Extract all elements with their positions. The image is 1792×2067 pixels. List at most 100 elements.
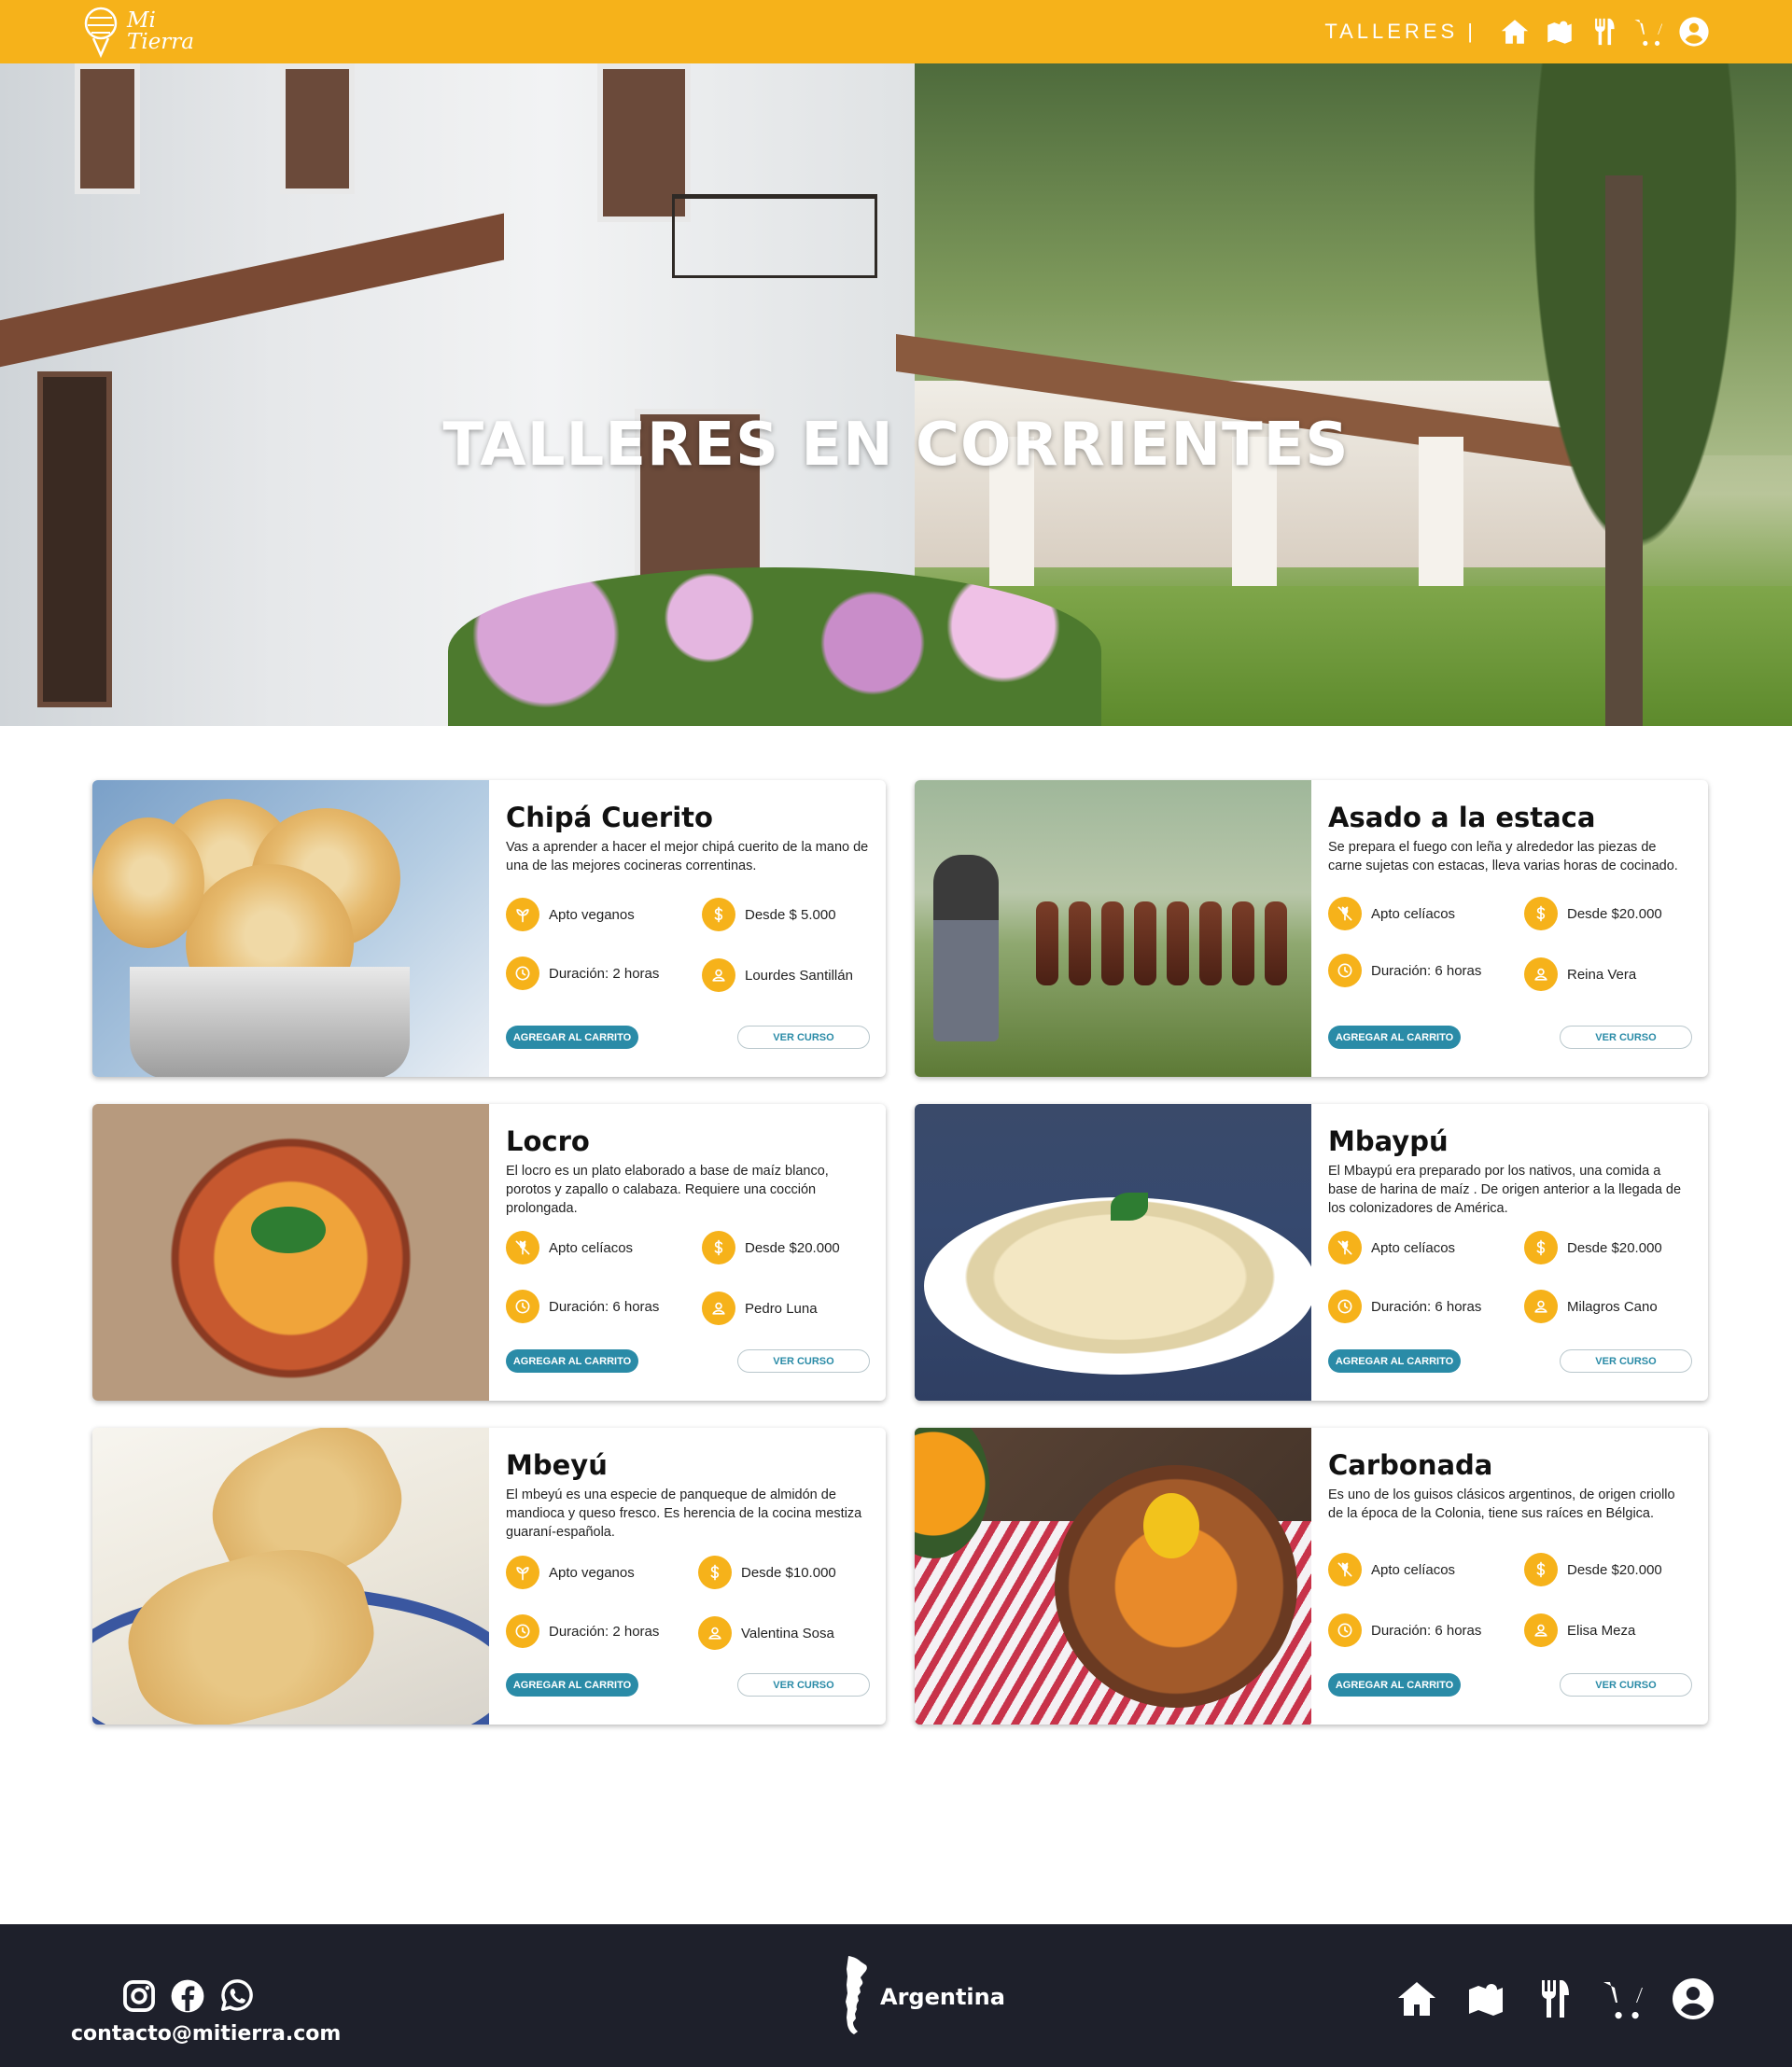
course-price: Desde $20.000 (1524, 1231, 1662, 1264)
page-title: TALLERES EN CORRIENTES (442, 411, 1350, 480)
leaf-icon (506, 1556, 539, 1589)
home-icon[interactable] (1499, 16, 1531, 48)
utensils-icon[interactable] (1533, 1976, 1577, 2021)
dollar-icon (702, 1231, 735, 1264)
course-price: Desde $20.000 (1524, 897, 1662, 930)
view-course-button[interactable]: VER CURSO (737, 1026, 870, 1049)
brand-logo[interactable]: Mi Tierra (80, 5, 194, 59)
view-course-button[interactable]: VER CURSO (737, 1349, 870, 1373)
course-duration: Duración: 2 horas (506, 1614, 659, 1648)
logo-icon (84, 7, 118, 59)
whatsapp-icon[interactable] (218, 1978, 254, 2014)
country-label: Argentina (880, 1984, 1005, 2010)
user-icon[interactable] (1671, 1976, 1715, 2021)
nav-link-talleres[interactable]: TALLERES | (1324, 20, 1477, 44)
course-title: Locro (506, 1125, 590, 1157)
add-to-cart-button[interactable]: AGREGAR AL CARRITO (1328, 1349, 1461, 1373)
course-card: Locro El locro es un plato elaborado a b… (92, 1104, 886, 1401)
course-duration: Duración: 6 horas (1328, 1613, 1481, 1647)
course-duration: Duración: 6 horas (1328, 954, 1481, 987)
person-icon (702, 1292, 735, 1325)
course-price: Desde $ 5.000 (702, 898, 836, 931)
person-icon (698, 1616, 732, 1650)
course-image (915, 1104, 1311, 1401)
dollar-icon (702, 898, 735, 931)
course-card: Carbonada Es uno de los guisos clásicos … (915, 1428, 1708, 1725)
add-to-cart-button[interactable]: AGREGAR AL CARRITO (506, 1026, 638, 1049)
course-card: Asado a la estaca Se prepara el fuego co… (915, 780, 1708, 1077)
logo-text-line2: Tierra (127, 30, 195, 54)
home-icon[interactable] (1394, 1976, 1439, 2021)
course-duration: Duración: 6 horas (1328, 1290, 1481, 1323)
cart-icon[interactable] (1602, 1976, 1646, 2021)
add-to-cart-button[interactable]: AGREGAR AL CARRITO (506, 1673, 638, 1697)
course-price: Desde $20.000 (1524, 1553, 1662, 1586)
argentina-badge: Argentina (835, 1954, 1005, 2040)
course-description: El Mbaypú era preparado por los nativos,… (1328, 1164, 1682, 1216)
dollar-icon (698, 1556, 732, 1589)
person-icon (1524, 1613, 1558, 1647)
leaf-icon (506, 898, 539, 931)
argentina-map-icon (846, 1956, 867, 2034)
course-teacher: Elisa Meza (1524, 1613, 1635, 1647)
clock-icon (1328, 1290, 1362, 1323)
course-card: Mbeyú El mbeyú es una especie de panqueq… (92, 1428, 886, 1725)
course-duration: Duración: 6 horas (506, 1290, 659, 1323)
view-course-button[interactable]: VER CURSO (1560, 1026, 1692, 1049)
view-course-button[interactable]: VER CURSO (1560, 1673, 1692, 1697)
no-gluten-icon (506, 1231, 539, 1264)
course-description: Es uno de los guisos clásicos argentinos… (1328, 1487, 1675, 1521)
clock-icon (506, 1614, 539, 1648)
hero-flowers (448, 567, 1101, 726)
course-image (915, 1428, 1311, 1725)
view-course-button[interactable]: VER CURSO (1560, 1349, 1692, 1373)
course-title: Mbeyú (506, 1449, 608, 1481)
course-card: Chipá Cuerito Vas a aprender a hacer el … (92, 780, 886, 1077)
dollar-icon (1524, 897, 1558, 930)
dollar-icon (1524, 1553, 1558, 1586)
nav-menu: TALLERES | (1324, 16, 1710, 48)
user-icon[interactable] (1678, 16, 1710, 48)
course-image (92, 1428, 489, 1725)
map-icon[interactable] (1463, 1976, 1508, 2021)
course-diet: Apto celíacos (506, 1231, 633, 1264)
course-image (915, 780, 1311, 1077)
course-description: Se prepara el fuego con leña y alrededor… (1328, 840, 1678, 873)
course-diet: Apto celíacos (1328, 897, 1455, 930)
course-duration: Duración: 2 horas (506, 957, 659, 990)
map-icon[interactable] (1544, 16, 1575, 48)
course-diet: Apto veganos (506, 1556, 635, 1589)
contact-email[interactable]: contacto@mitierra.com (71, 2022, 341, 2046)
facebook-icon[interactable] (170, 1978, 205, 2014)
person-icon (1524, 1290, 1558, 1323)
course-price: Desde $10.000 (698, 1556, 836, 1589)
course-diet: Apto veganos (506, 898, 635, 931)
course-image (92, 780, 489, 1077)
no-gluten-icon (1328, 1231, 1362, 1264)
view-course-button[interactable]: VER CURSO (737, 1673, 870, 1697)
course-description: Vas a aprender a hacer el mejor chipá cu… (506, 840, 869, 873)
instagram-icon[interactable] (121, 1978, 157, 2014)
course-teacher: Milagros Cano (1524, 1290, 1658, 1323)
cart-icon[interactable] (1633, 16, 1665, 48)
dollar-icon (1524, 1231, 1558, 1264)
course-teacher: Pedro Luna (702, 1292, 818, 1325)
course-price: Desde $20.000 (702, 1231, 840, 1264)
add-to-cart-button[interactable]: AGREGAR AL CARRITO (1328, 1673, 1461, 1697)
logo-text-line1: Mi (127, 8, 156, 33)
course-card: Mbaypú El Mbaypú era preparado por los n… (915, 1104, 1708, 1401)
person-icon (1524, 957, 1558, 991)
add-to-cart-button[interactable]: AGREGAR AL CARRITO (1328, 1026, 1461, 1049)
course-diet: Apto celíacos (1328, 1231, 1455, 1264)
course-title: Mbaypú (1328, 1125, 1449, 1157)
course-teacher: Valentina Sosa (698, 1616, 834, 1650)
course-teacher: Reina Vera (1524, 957, 1636, 991)
footer: contacto@mitierra.com Argentina (0, 1924, 1792, 2067)
clock-icon (506, 1290, 539, 1323)
course-description: El mbeyú es una especie de panqueque de … (506, 1487, 862, 1540)
utensils-icon[interactable] (1589, 16, 1620, 48)
course-title: Asado a la estaca (1328, 802, 1596, 833)
course-diet: Apto celíacos (1328, 1553, 1455, 1586)
add-to-cart-button[interactable]: AGREGAR AL CARRITO (506, 1349, 638, 1373)
person-icon (702, 958, 735, 992)
